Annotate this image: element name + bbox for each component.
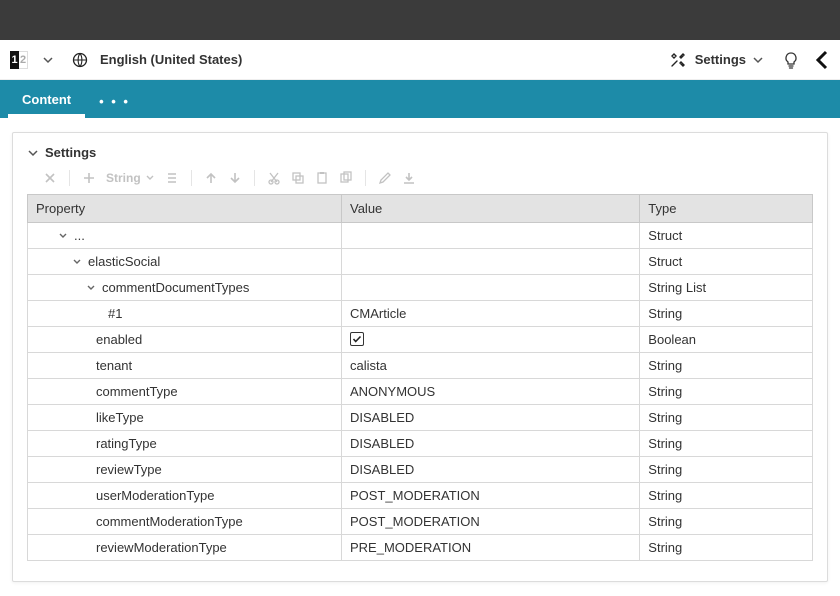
type-cell: Struct <box>640 223 813 249</box>
property-name: ... <box>74 228 85 243</box>
table-row[interactable]: elasticSocial Struct <box>28 249 813 275</box>
table-row[interactable]: commentModerationType POST_MODERATIONStri… <box>28 509 813 535</box>
type-cell: String <box>640 301 813 327</box>
property-name: commentType <box>96 384 178 399</box>
language-selector[interactable]: English (United States) <box>100 52 242 67</box>
cut-icon[interactable] <box>267 171 281 185</box>
property-name: likeType <box>96 410 144 425</box>
tools-icon <box>669 51 687 69</box>
logo-part-2: 2 <box>19 51 28 69</box>
value-cell[interactable]: CMArticle <box>342 301 640 327</box>
property-name: tenant <box>96 358 132 373</box>
type-cell: String <box>640 509 813 535</box>
type-dropdown-label: String <box>106 171 141 185</box>
value-cell[interactable] <box>342 275 640 301</box>
value-cell[interactable] <box>342 327 640 353</box>
property-name: elasticSocial <box>88 254 160 269</box>
table-row[interactable]: likeType DISABLEDString <box>28 405 813 431</box>
value-cell[interactable]: DISABLED <box>342 431 640 457</box>
duplicate-icon[interactable] <box>339 171 353 185</box>
type-dropdown[interactable]: String <box>106 171 155 185</box>
globe-icon[interactable] <box>72 52 88 68</box>
table-row[interactable]: reviewType DISABLEDString <box>28 457 813 483</box>
list-icon[interactable] <box>165 171 179 185</box>
chevron-down-icon <box>27 147 39 159</box>
move-up-icon[interactable] <box>204 171 218 185</box>
type-cell: Struct <box>640 249 813 275</box>
col-property[interactable]: Property <box>28 195 342 223</box>
window-titlebar <box>0 0 840 40</box>
table-row[interactable]: commentType ANONYMOUSString <box>28 379 813 405</box>
add-icon[interactable] <box>82 171 96 185</box>
edit-icon[interactable] <box>378 171 392 185</box>
copy-icon[interactable] <box>291 171 305 185</box>
value-cell[interactable]: ANONYMOUS <box>342 379 640 405</box>
settings-panel: Settings String Property <box>12 132 828 582</box>
checkbox-checked-icon[interactable] <box>350 332 364 346</box>
section-header[interactable]: Settings <box>27 143 813 168</box>
download-icon[interactable] <box>402 171 416 185</box>
col-type[interactable]: Type <box>640 195 813 223</box>
value-cell[interactable] <box>342 249 640 275</box>
move-down-icon[interactable] <box>228 171 242 185</box>
struct-toolbar: String <box>27 168 813 194</box>
value-cell[interactable]: calista <box>342 353 640 379</box>
type-cell: String <box>640 483 813 509</box>
value-cell[interactable] <box>342 223 640 249</box>
table-row[interactable]: #1 CMArticleString <box>28 301 813 327</box>
property-name: userModerationType <box>96 488 215 503</box>
property-name: reviewModerationType <box>96 540 227 555</box>
type-cell: String List <box>640 275 813 301</box>
type-cell: String <box>640 431 813 457</box>
table-row[interactable]: enabled Boolean <box>28 327 813 353</box>
value-cell[interactable]: DISABLED <box>342 405 640 431</box>
property-name: commentDocumentTypes <box>102 280 249 295</box>
table-row[interactable]: ratingType DISABLEDString <box>28 431 813 457</box>
type-cell: String <box>640 379 813 405</box>
table-row[interactable]: ... Struct <box>28 223 813 249</box>
logo-part-1: 1 <box>10 51 19 69</box>
property-name: ratingType <box>96 436 157 451</box>
hint-icon[interactable] <box>782 51 800 69</box>
delete-icon[interactable] <box>43 171 57 185</box>
tree-expand-icon[interactable] <box>56 229 70 243</box>
section-title: Settings <box>45 145 96 160</box>
value-cell[interactable]: DISABLED <box>342 457 640 483</box>
collapse-panel-icon[interactable] <box>814 50 830 70</box>
app-logo: 1 2 <box>10 51 28 69</box>
settings-table: Property Value Type ...StructelasticSoci… <box>27 194 813 561</box>
tab-more[interactable]: • • • <box>85 84 144 118</box>
tab-label: Content <box>22 92 71 107</box>
tree-expand-icon[interactable] <box>84 281 98 295</box>
table-row[interactable]: commentDocumentTypes String List <box>28 275 813 301</box>
value-cell[interactable]: POST_MODERATION <box>342 509 640 535</box>
property-name: enabled <box>96 332 142 347</box>
table-row[interactable]: reviewModerationType PRE_MODERATIONString <box>28 535 813 561</box>
type-cell: String <box>640 353 813 379</box>
logo-dropdown[interactable] <box>42 54 54 66</box>
property-name: commentModerationType <box>96 514 243 529</box>
property-name: #1 <box>108 306 122 321</box>
top-toolbar: 1 2 English (United States) Settings <box>0 40 840 80</box>
type-cell: String <box>640 535 813 561</box>
value-cell[interactable]: PRE_MODERATION <box>342 535 640 561</box>
table-row[interactable]: userModerationType POST_MODERATIONString <box>28 483 813 509</box>
tab-content[interactable]: Content <box>8 84 85 118</box>
table-row[interactable]: tenant calistaString <box>28 353 813 379</box>
value-cell[interactable]: POST_MODERATION <box>342 483 640 509</box>
tree-expand-icon[interactable] <box>70 255 84 269</box>
type-cell: Boolean <box>640 327 813 353</box>
col-value[interactable]: Value <box>342 195 640 223</box>
type-cell: String <box>640 457 813 483</box>
settings-dropdown[interactable] <box>752 54 764 66</box>
tab-bar: Content • • • <box>0 80 840 118</box>
paste-icon[interactable] <box>315 171 329 185</box>
type-cell: String <box>640 405 813 431</box>
property-name: reviewType <box>96 462 162 477</box>
settings-menu[interactable]: Settings <box>695 52 746 67</box>
